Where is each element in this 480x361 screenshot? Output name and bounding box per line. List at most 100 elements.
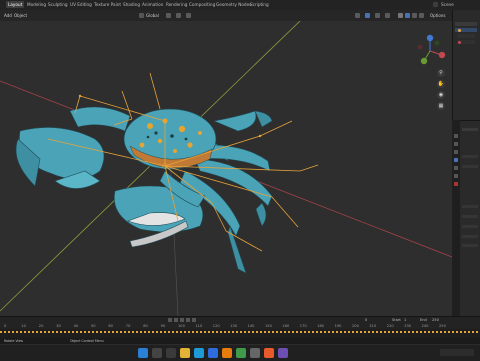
timeline-tick-label: 90 <box>160 324 166 328</box>
shading-render-icon[interactable] <box>419 13 424 18</box>
end-value[interactable]: 250 <box>432 318 439 322</box>
tab-texture-paint[interactable]: Texture Paint <box>92 1 123 8</box>
overlay-icon[interactable] <box>375 13 380 18</box>
timeline-tick-label: 200 <box>352 324 359 328</box>
object-props-icon[interactable] <box>454 158 458 162</box>
zoom-icon[interactable]: ⚲ <box>437 69 445 77</box>
timeline-tick-label: 160 <box>282 324 290 328</box>
timeline-tick-label: 130 <box>230 324 238 328</box>
tab-modeling[interactable]: Modeling <box>25 1 48 8</box>
tab-uv-editing[interactable]: UV Editing <box>68 1 94 8</box>
navigation-gizmo[interactable] <box>412 33 448 69</box>
shading-material-icon[interactable] <box>412 13 417 18</box>
xray-icon[interactable] <box>385 13 390 18</box>
shading-solid-icon[interactable] <box>405 13 410 18</box>
tab-rendering[interactable]: Rendering <box>164 1 189 8</box>
tab-layout[interactable]: Layout <box>6 1 25 8</box>
chrome-icon[interactable] <box>236 348 246 358</box>
visibility-icon[interactable] <box>355 13 360 18</box>
file-explorer-icon[interactable] <box>180 348 190 358</box>
timeline-tick-label: 50 <box>91 324 96 328</box>
app-icon[interactable] <box>264 348 274 358</box>
current-frame[interactable]: 0 <box>365 318 367 322</box>
scene-selector[interactable]: Scene <box>439 1 456 8</box>
status-left: Rotate View <box>4 339 24 343</box>
outliner-panel <box>452 10 480 120</box>
props-section[interactable] <box>462 165 478 168</box>
timeline-tick-label: 70 <box>125 324 131 328</box>
system-tray[interactable] <box>440 349 474 356</box>
timeline-tick-label: 150 <box>265 324 272 328</box>
settings-icon[interactable] <box>250 348 260 358</box>
timeline-tick-label: 40 <box>73 324 79 328</box>
output-icon[interactable] <box>454 150 458 154</box>
start-value[interactable]: 1 <box>404 318 406 322</box>
viewport-canvas[interactable] <box>0 21 452 316</box>
play-icon[interactable] <box>180 318 184 322</box>
armature-icon <box>458 29 461 32</box>
props-section[interactable] <box>462 225 478 228</box>
shading-wire-icon[interactable] <box>398 13 403 18</box>
props-section[interactable] <box>462 205 478 208</box>
gizmo-toggle-icon[interactable] <box>365 13 370 18</box>
store-icon[interactable] <box>208 348 218 358</box>
tool-icon[interactable] <box>454 134 458 138</box>
add-menu[interactable]: Add <box>4 13 12 18</box>
timeline-tick-label: 30 <box>56 324 61 328</box>
timeline-tick-label: 220 <box>386 324 394 328</box>
tab-compositing[interactable]: Compositing <box>187 1 217 8</box>
timeline-tick-label: 10 <box>21 324 26 328</box>
timeline-tick-label: 120 <box>212 324 220 328</box>
render-icon[interactable] <box>454 142 458 146</box>
taskview-icon[interactable] <box>166 348 176 358</box>
3d-viewport[interactable]: ⚲ ✋ ◉ ▦ <box>0 21 452 316</box>
timeline-tick-label: 240 <box>421 324 429 328</box>
props-section[interactable] <box>462 155 478 158</box>
timeline-tick-label: 100 <box>178 324 185 328</box>
grid-icon[interactable]: ▦ <box>437 102 445 110</box>
outliner-row[interactable] <box>455 22 477 26</box>
props-section[interactable] <box>462 244 478 247</box>
timeline-tick-label: 190 <box>334 324 342 328</box>
obs-icon[interactable] <box>278 348 288 358</box>
mesh-icon <box>458 41 461 44</box>
pan-hand-icon[interactable]: ✋ <box>437 80 445 88</box>
constraint-icon[interactable] <box>454 182 458 186</box>
object-menu[interactable]: Object <box>14 13 27 18</box>
end-label: End <box>420 318 427 322</box>
snap-icon[interactable] <box>176 13 181 18</box>
camera-icon[interactable]: ◉ <box>437 91 445 99</box>
modifier-icon[interactable] <box>454 166 458 170</box>
step-back-icon[interactable] <box>174 318 178 322</box>
timeline-tick-label: 210 <box>369 324 377 328</box>
timeline-tick-label: 170 <box>299 324 307 328</box>
options-button[interactable]: Options <box>430 13 445 18</box>
pivot-icon[interactable] <box>166 13 171 18</box>
jump-end-icon[interactable] <box>192 318 196 322</box>
bone-joint <box>258 134 262 138</box>
jump-start-icon[interactable] <box>168 318 172 322</box>
timeline-tick-label: 60 <box>108 324 113 328</box>
edge-icon[interactable] <box>194 348 204 358</box>
timeline-panel[interactable]: 0 Start 1 End 250 0 10 20 30 40 50 60 70 80 90 100… <box>0 316 480 339</box>
physics-icon[interactable] <box>454 174 458 178</box>
windows-start-icon[interactable] <box>138 348 148 358</box>
step-forward-icon[interactable] <box>186 318 190 322</box>
orientation-dropdown[interactable]: Global <box>146 13 159 18</box>
status-center: Object Context Menu <box>70 339 104 343</box>
props-section[interactable] <box>462 235 478 238</box>
tab-sculpting[interactable]: Sculpting <box>46 1 70 8</box>
tab-shading[interactable]: Shading <box>121 1 142 8</box>
bone-joint <box>163 119 167 123</box>
props-section[interactable] <box>462 215 478 218</box>
keyframe-row[interactable] <box>0 331 480 333</box>
outliner-row[interactable] <box>457 34 475 38</box>
tab-scripting[interactable]: Scripting <box>248 1 271 8</box>
timeline-tick-label: 0 <box>4 324 7 328</box>
windows-taskbar <box>0 344 480 361</box>
search-icon[interactable] <box>152 348 162 358</box>
orientation-icon[interactable] <box>139 13 144 18</box>
tab-animation[interactable]: Animation <box>140 1 165 8</box>
blender-icon[interactable] <box>222 348 232 358</box>
proportional-icon[interactable] <box>186 13 191 18</box>
